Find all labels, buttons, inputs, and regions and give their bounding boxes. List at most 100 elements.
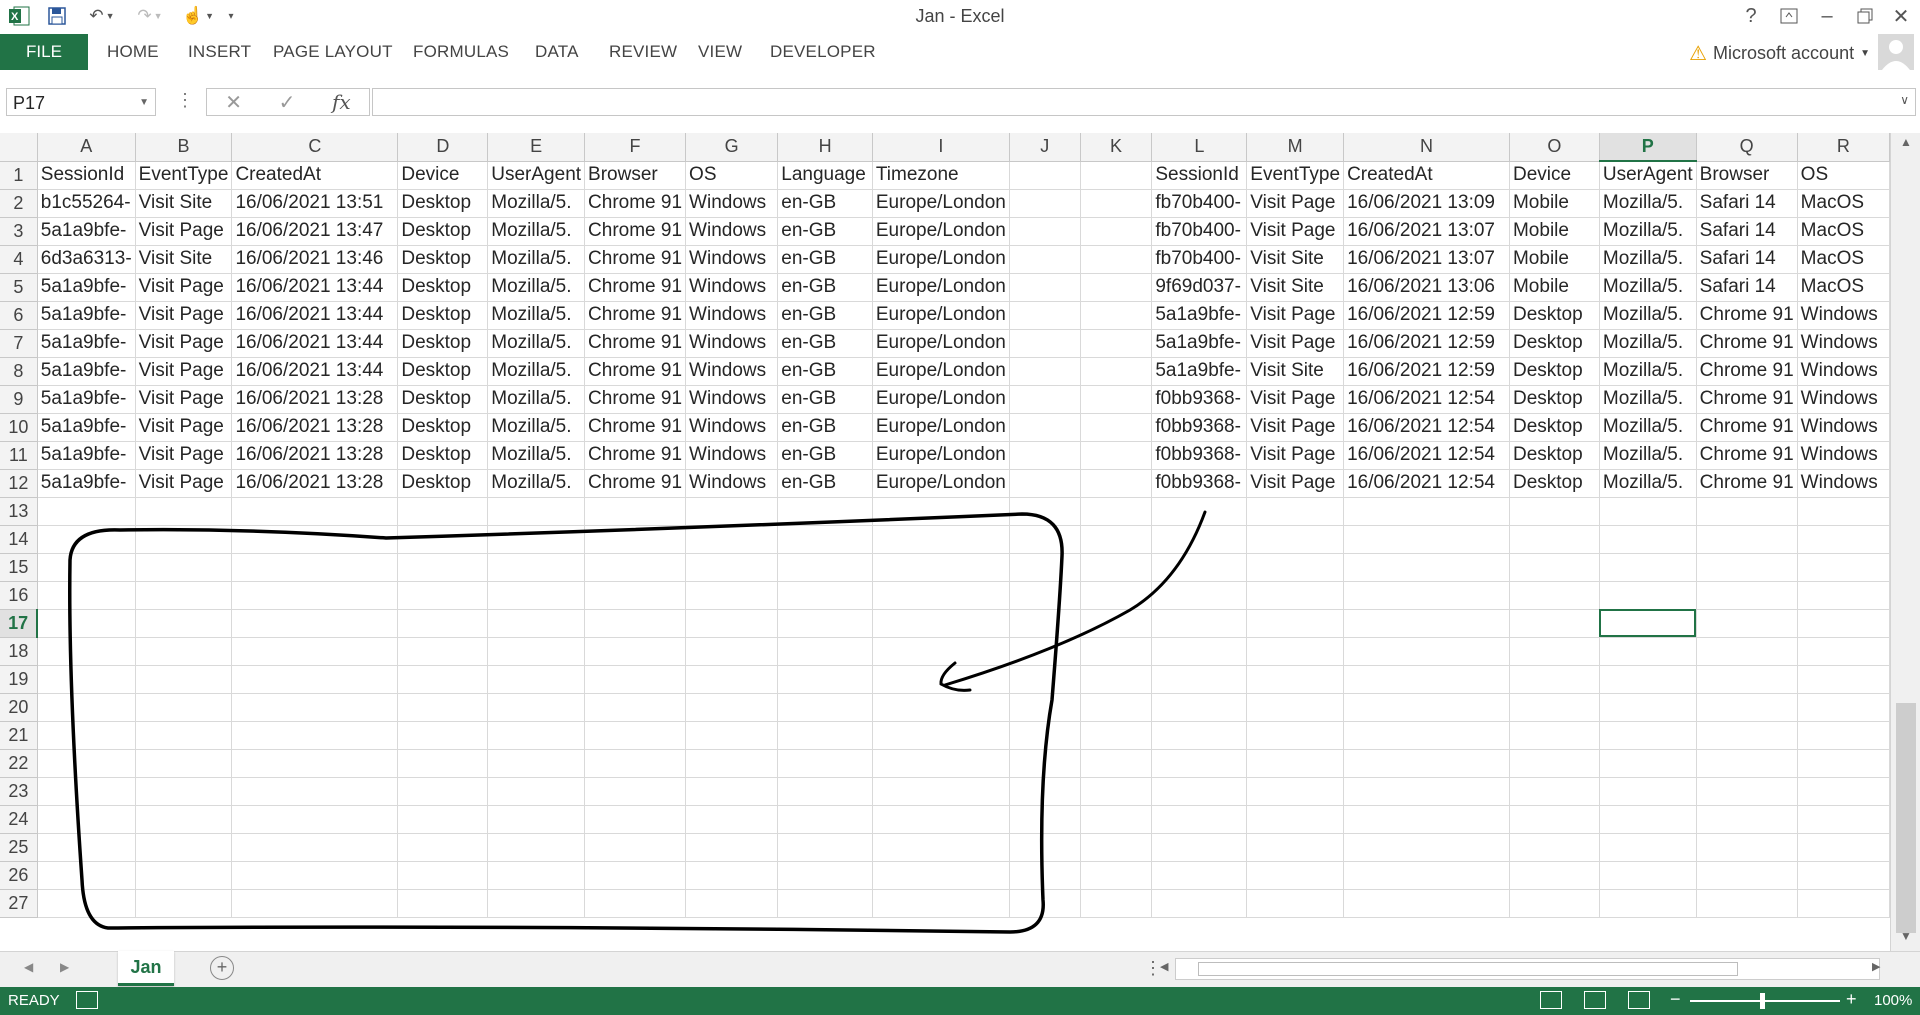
column-header-a[interactable]: A: [37, 133, 136, 162]
cell-l18[interactable]: [1151, 637, 1248, 666]
add-sheet-icon[interactable]: +: [210, 956, 234, 980]
cell-f15[interactable]: [584, 553, 687, 582]
cell-r21[interactable]: [1797, 721, 1890, 750]
column-header-p[interactable]: P: [1599, 133, 1697, 162]
cell-g5[interactable]: Windows: [685, 273, 779, 302]
cell-p17[interactable]: [1599, 609, 1697, 638]
cell-r24[interactable]: [1797, 805, 1890, 834]
cell-q1[interactable]: Browser: [1696, 161, 1798, 190]
cell-a23[interactable]: [37, 777, 136, 806]
cell-c9[interactable]: 16/06/2021 13:28: [231, 385, 399, 414]
cell-i24[interactable]: [872, 805, 1010, 834]
scroll-left-icon[interactable]: ◀: [1160, 960, 1168, 973]
cell-g25[interactable]: [685, 833, 779, 862]
zoom-slider[interactable]: [1690, 1000, 1840, 1002]
cell-c10[interactable]: 16/06/2021 13:28: [231, 413, 399, 442]
cell-p19[interactable]: [1599, 665, 1697, 694]
cell-n17[interactable]: [1343, 609, 1510, 638]
cell-a3[interactable]: 5a1a9bfe-: [37, 217, 136, 246]
cell-f21[interactable]: [584, 721, 687, 750]
cell-h21[interactable]: [777, 721, 873, 750]
cell-b9[interactable]: Visit Page: [135, 385, 233, 414]
cell-f24[interactable]: [584, 805, 687, 834]
cell-p18[interactable]: [1599, 637, 1697, 666]
cell-f8[interactable]: Chrome 91: [584, 357, 687, 386]
cell-f27[interactable]: [584, 889, 687, 918]
cell-m20[interactable]: [1246, 693, 1345, 722]
column-header-d[interactable]: D: [397, 133, 489, 162]
cell-m27[interactable]: [1246, 889, 1345, 918]
cell-g15[interactable]: [685, 553, 779, 582]
cell-m16[interactable]: [1246, 581, 1345, 610]
cell-p3[interactable]: Mozilla/5.: [1599, 217, 1697, 246]
cell-r3[interactable]: MacOS: [1797, 217, 1890, 246]
cell-c21[interactable]: [231, 721, 399, 750]
scroll-up-icon[interactable]: ▲: [1891, 135, 1920, 155]
cell-r26[interactable]: [1797, 861, 1890, 890]
cell-i1[interactable]: Timezone: [872, 161, 1010, 190]
expand-formula-bar-icon[interactable]: ∨: [1900, 93, 1909, 107]
cell-r10[interactable]: Windows: [1797, 413, 1890, 442]
cell-g1[interactable]: OS: [685, 161, 779, 190]
zoom-out-icon[interactable]: −: [1670, 989, 1681, 1010]
cell-i11[interactable]: Europe/London: [872, 441, 1010, 470]
cell-o21[interactable]: [1509, 721, 1600, 750]
cell-h3[interactable]: en-GB: [777, 217, 873, 246]
cell-e27[interactable]: [487, 889, 586, 918]
cell-h27[interactable]: [777, 889, 873, 918]
cell-r4[interactable]: MacOS: [1797, 245, 1890, 274]
cell-p16[interactable]: [1599, 581, 1697, 610]
cell-q6[interactable]: Chrome 91: [1696, 301, 1798, 330]
cell-b23[interactable]: [135, 777, 233, 806]
cell-k17[interactable]: [1080, 609, 1153, 638]
cell-f23[interactable]: [584, 777, 687, 806]
cell-d16[interactable]: [397, 581, 489, 610]
cell-i22[interactable]: [872, 749, 1010, 778]
cell-j22[interactable]: [1009, 749, 1081, 778]
cell-p11[interactable]: Mozilla/5.: [1599, 441, 1697, 470]
cell-r19[interactable]: [1797, 665, 1890, 694]
cell-q13[interactable]: [1696, 497, 1798, 526]
cell-q16[interactable]: [1696, 581, 1798, 610]
cell-b4[interactable]: Visit Site: [135, 245, 233, 274]
column-header-f[interactable]: F: [584, 133, 687, 162]
cell-m25[interactable]: [1246, 833, 1345, 862]
cell-j5[interactable]: [1009, 273, 1081, 302]
cell-q8[interactable]: Chrome 91: [1696, 357, 1798, 386]
confirm-entry-icon[interactable]: ✓: [279, 90, 296, 115]
cell-e15[interactable]: [487, 553, 586, 582]
cell-r20[interactable]: [1797, 693, 1890, 722]
cell-a27[interactable]: [37, 889, 136, 918]
cell-g23[interactable]: [685, 777, 779, 806]
cell-o22[interactable]: [1509, 749, 1600, 778]
cell-o13[interactable]: [1509, 497, 1600, 526]
cell-e11[interactable]: Mozilla/5.: [487, 441, 586, 470]
cell-n2[interactable]: 16/06/2021 13:09: [1343, 189, 1510, 218]
cell-k23[interactable]: [1080, 777, 1153, 806]
cell-i27[interactable]: [872, 889, 1010, 918]
cell-n11[interactable]: 16/06/2021 12:54: [1343, 441, 1510, 470]
cell-j11[interactable]: [1009, 441, 1081, 470]
cell-d15[interactable]: [397, 553, 489, 582]
tab-developer[interactable]: DEVELOPER: [770, 42, 876, 62]
cell-j15[interactable]: [1009, 553, 1081, 582]
cell-c25[interactable]: [231, 833, 399, 862]
cell-b27[interactable]: [135, 889, 233, 918]
cell-h9[interactable]: en-GB: [777, 385, 873, 414]
cell-e24[interactable]: [487, 805, 586, 834]
cell-j23[interactable]: [1009, 777, 1081, 806]
cell-d25[interactable]: [397, 833, 489, 862]
cell-f2[interactable]: Chrome 91: [584, 189, 687, 218]
cell-n7[interactable]: 16/06/2021 12:59: [1343, 329, 1510, 358]
cell-g20[interactable]: [685, 693, 779, 722]
cell-n23[interactable]: [1343, 777, 1510, 806]
cell-c20[interactable]: [231, 693, 399, 722]
cell-q5[interactable]: Safari 14: [1696, 273, 1798, 302]
cell-a12[interactable]: 5a1a9bfe-: [37, 469, 136, 498]
cell-n6[interactable]: 16/06/2021 12:59: [1343, 301, 1510, 330]
cell-d14[interactable]: [397, 525, 489, 554]
cell-p6[interactable]: Mozilla/5.: [1599, 301, 1697, 330]
cell-c17[interactable]: [231, 609, 399, 638]
cell-p27[interactable]: [1599, 889, 1697, 918]
scroll-down-icon[interactable]: ▼: [1891, 929, 1920, 949]
